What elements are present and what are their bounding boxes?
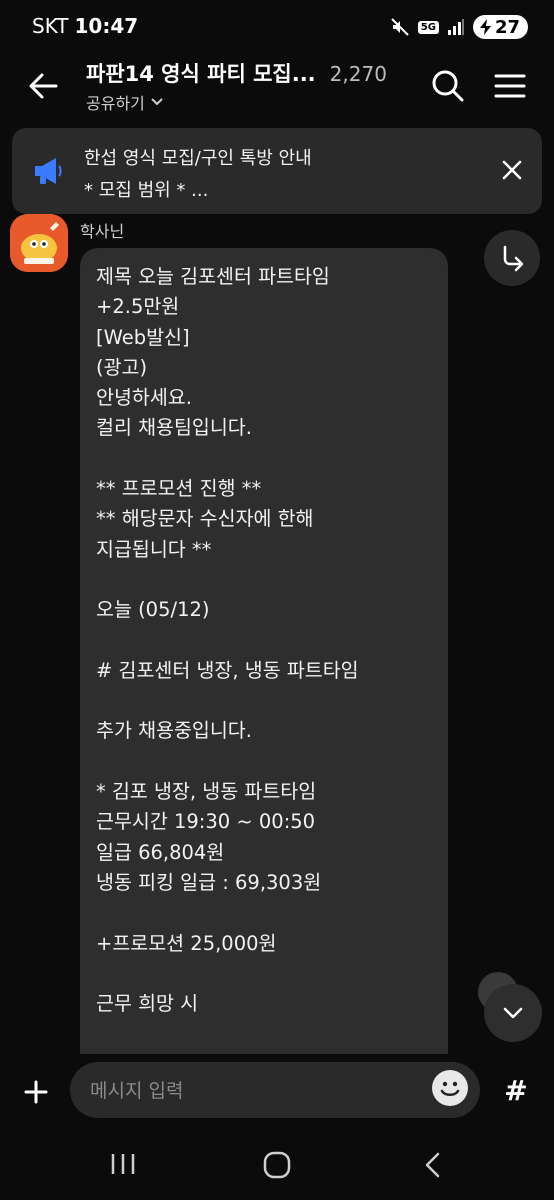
scroll-down-button[interactable] xyxy=(484,984,542,1042)
chevron-down-icon xyxy=(503,1007,523,1019)
hashtag-label: # xyxy=(504,1073,528,1107)
megaphone-icon xyxy=(35,158,62,184)
message-input[interactable] xyxy=(88,1072,412,1110)
message-bubble[interactable]: 제목 오늘 김포센터 파트타임 +2.5만원 [Web발신] (광고) 안녕하세… xyxy=(80,248,448,1054)
notice-banner[interactable]: 한섭 영식 모집/구인 톡방 안내 * 모집 범위 * ... xyxy=(12,128,542,214)
chatroom-title[interactable]: 파판14 영식 파티 모집... xyxy=(86,58,316,88)
close-icon[interactable] xyxy=(496,154,528,186)
plus-icon xyxy=(24,1080,48,1104)
notice-title: 한섭 영식 모집/구인 톡방 안내 xyxy=(84,148,312,169)
message-input-bar xyxy=(0,1054,554,1130)
recent-apps-icon[interactable] xyxy=(110,1152,136,1176)
avatar-character-icon xyxy=(10,214,68,272)
hashtag-button[interactable]: # xyxy=(492,1066,540,1114)
clock: 10:47 xyxy=(74,14,139,38)
chevron-down-icon xyxy=(151,98,163,106)
battery-indicator: 27 xyxy=(472,15,528,39)
status-carrier-time: SKT 10:47 xyxy=(32,14,138,38)
search-icon[interactable] xyxy=(428,66,468,106)
back-arrow-icon[interactable] xyxy=(24,66,64,106)
status-bar: SKT 10:47 5G 27 xyxy=(0,0,554,52)
sender-name: 학사닌 xyxy=(80,222,125,241)
notice-preview: * 모집 범위 * ... xyxy=(84,180,209,201)
member-count: 2,270 xyxy=(329,62,387,86)
status-icons: 5G 27 xyxy=(390,14,528,40)
share-label[interactable]: 공유하기 xyxy=(86,90,145,114)
smiley-icon xyxy=(440,1081,460,1096)
network-5g-icon: 5G xyxy=(417,20,439,34)
battery-level: 27 xyxy=(494,16,520,38)
home-icon[interactable] xyxy=(262,1150,292,1180)
title-row[interactable]: 파판14 영식 파티 모집... 2,270 xyxy=(86,58,387,88)
mute-icon xyxy=(391,18,409,36)
chat-header: 파판14 영식 파티 모집... 2,270 공유하기 xyxy=(0,52,554,124)
share-arrow-icon xyxy=(503,245,524,272)
share-message-button[interactable] xyxy=(484,230,540,286)
bolt-icon xyxy=(479,19,491,35)
message-input-box[interactable] xyxy=(70,1062,480,1118)
menu-icon[interactable] xyxy=(490,66,530,106)
avatar[interactable] xyxy=(10,214,68,272)
emoji-button[interactable] xyxy=(432,1070,468,1106)
system-nav-bar xyxy=(0,1130,554,1200)
back-nav-icon[interactable] xyxy=(420,1150,446,1180)
attach-button[interactable] xyxy=(14,1070,58,1114)
share-dropdown[interactable]: 공유하기 xyxy=(86,90,165,114)
signal-icon xyxy=(447,19,464,35)
message-text: 제목 오늘 김포센터 파트타임 +2.5만원 [Web발신] (광고) 안녕하세… xyxy=(96,265,359,1016)
carrier-label: SKT xyxy=(32,14,69,38)
